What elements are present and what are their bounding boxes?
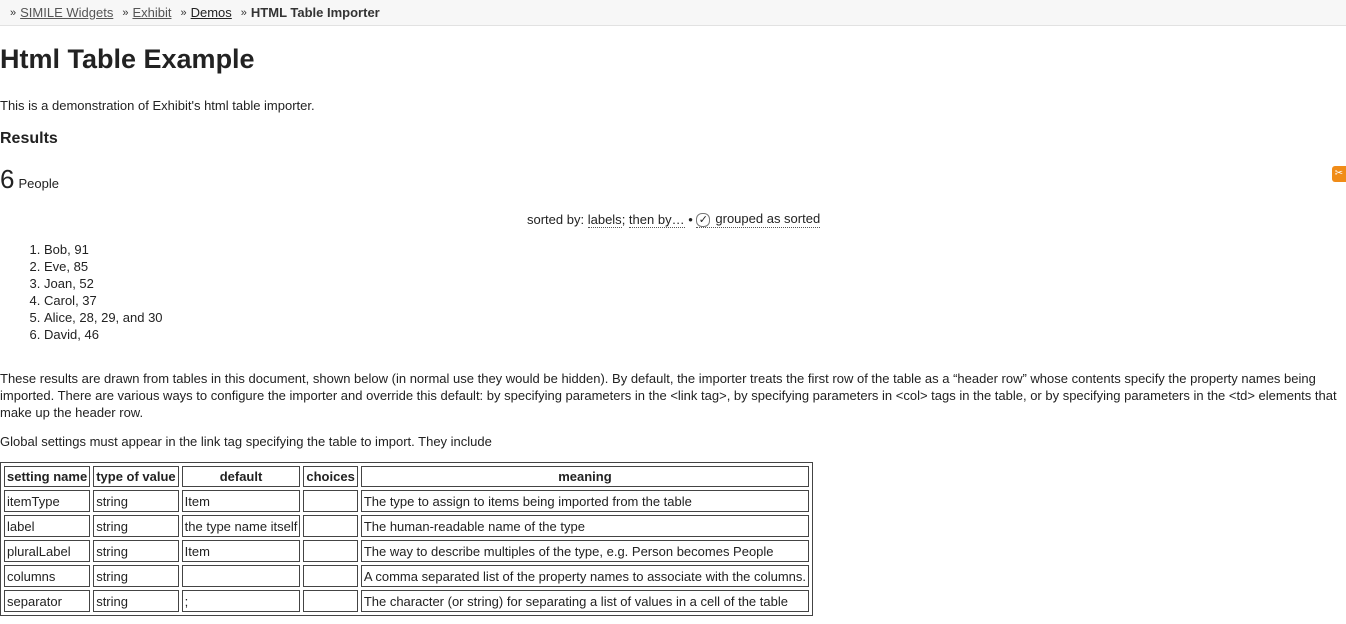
table-cell: string — [93, 490, 179, 512]
breadcrumb-demos[interactable]: Demos — [191, 5, 232, 20]
breadcrumb-exhibit[interactable]: Exhibit — [132, 5, 171, 20]
breadcrumb-separator: » — [240, 6, 247, 19]
table-cell: the type name itself — [181, 515, 301, 537]
grouped-as-sorted-toggle[interactable]: ✓ grouped as sorted — [696, 211, 821, 228]
list-item: Joan, 52 — [44, 275, 163, 292]
breadcrumb-separator: » — [180, 6, 187, 19]
page-title: Html Table Example — [0, 44, 255, 74]
intro-text: This is a demonstration of Exhibit's htm… — [0, 98, 315, 113]
breadcrumb-current: HTML Table Importer — [250, 5, 380, 20]
checkbox-checked-icon: ✓ — [696, 213, 711, 227]
list-item: Bob, 91 — [44, 241, 163, 258]
sort-field-link[interactable]: labels — [587, 212, 622, 228]
breadcrumb: » SIMILE Widgets » Exhibit » Demos » HTM… — [0, 0, 1346, 26]
table-row: columns string A comma separated list of… — [4, 565, 810, 587]
settings-table: setting name type of value default choic… — [0, 462, 814, 616]
list-item: Alice, 28, 29, and 30 — [44, 309, 163, 326]
results-count-label: People — [18, 176, 59, 191]
grouped-label: grouped as sorted — [715, 211, 821, 226]
breadcrumb-separator: » — [10, 6, 17, 19]
breadcrumb-separator: » — [122, 6, 129, 19]
sort-bullet: • — [688, 212, 693, 227]
table-row: pluralLabel string Item The way to descr… — [4, 540, 810, 562]
then-by-link[interactable]: then by… — [628, 212, 685, 228]
global-settings-text: Global settings must appear in the link … — [0, 434, 492, 449]
table-cell: ; — [181, 590, 301, 612]
table-cell: The way to describe multiples of the typ… — [360, 540, 810, 562]
table-header-row: setting name type of value default choic… — [4, 466, 810, 487]
sorted-by-label: sorted by: — [527, 212, 585, 227]
table-cell — [303, 515, 358, 537]
table-cell: string — [93, 515, 179, 537]
table-cell: Item — [181, 540, 301, 562]
table-cell: pluralLabel — [4, 540, 91, 562]
table-cell: separator — [4, 590, 91, 612]
table-cell: string — [93, 565, 179, 587]
column-header: default — [181, 466, 301, 487]
table-cell — [181, 565, 301, 587]
results-count: 6 People — [0, 164, 59, 195]
table-cell: Item — [181, 490, 301, 512]
table-row: label string the type name itself The hu… — [4, 515, 810, 537]
results-count-number: 6 — [0, 164, 15, 194]
table-cell: The character (or string) for separating… — [360, 590, 810, 612]
table-cell: label — [4, 515, 91, 537]
table-row: itemType string Item The type to assign … — [4, 490, 810, 512]
column-header: meaning — [360, 466, 810, 487]
breadcrumb-simile-widgets[interactable]: SIMILE Widgets — [20, 5, 113, 20]
table-cell — [303, 565, 358, 587]
table-cell — [303, 540, 358, 562]
table-cell: The human-readable name of the type — [360, 515, 810, 537]
column-header: type of value — [93, 466, 179, 487]
list-item: Carol, 37 — [44, 292, 163, 309]
list-item: David, 46 — [44, 326, 163, 343]
table-cell: string — [93, 540, 179, 562]
column-header: setting name — [4, 466, 91, 487]
table-cell: A comma separated list of the property n… — [360, 565, 810, 587]
description-text: These results are drawn from tables in t… — [0, 371, 1337, 420]
results-list: Bob, 91 Eve, 85 Joan, 52 Carol, 37 Alice… — [0, 241, 163, 343]
table-cell: The type to assign to items being import… — [360, 490, 810, 512]
table-cell — [303, 490, 358, 512]
sort-controls: sorted by: labels; then by… • ✓ grouped a… — [527, 211, 821, 228]
table-row: separator string ; The character (or str… — [4, 590, 810, 612]
list-item: Eve, 85 — [44, 258, 163, 275]
table-cell: columns — [4, 565, 91, 587]
column-header: choices — [303, 466, 358, 487]
results-heading: Results — [0, 130, 58, 147]
table-cell: string — [93, 590, 179, 612]
table-cell — [303, 590, 358, 612]
table-cell: itemType — [4, 490, 91, 512]
scissors-feed-icon[interactable]: ✂ — [1332, 166, 1346, 182]
